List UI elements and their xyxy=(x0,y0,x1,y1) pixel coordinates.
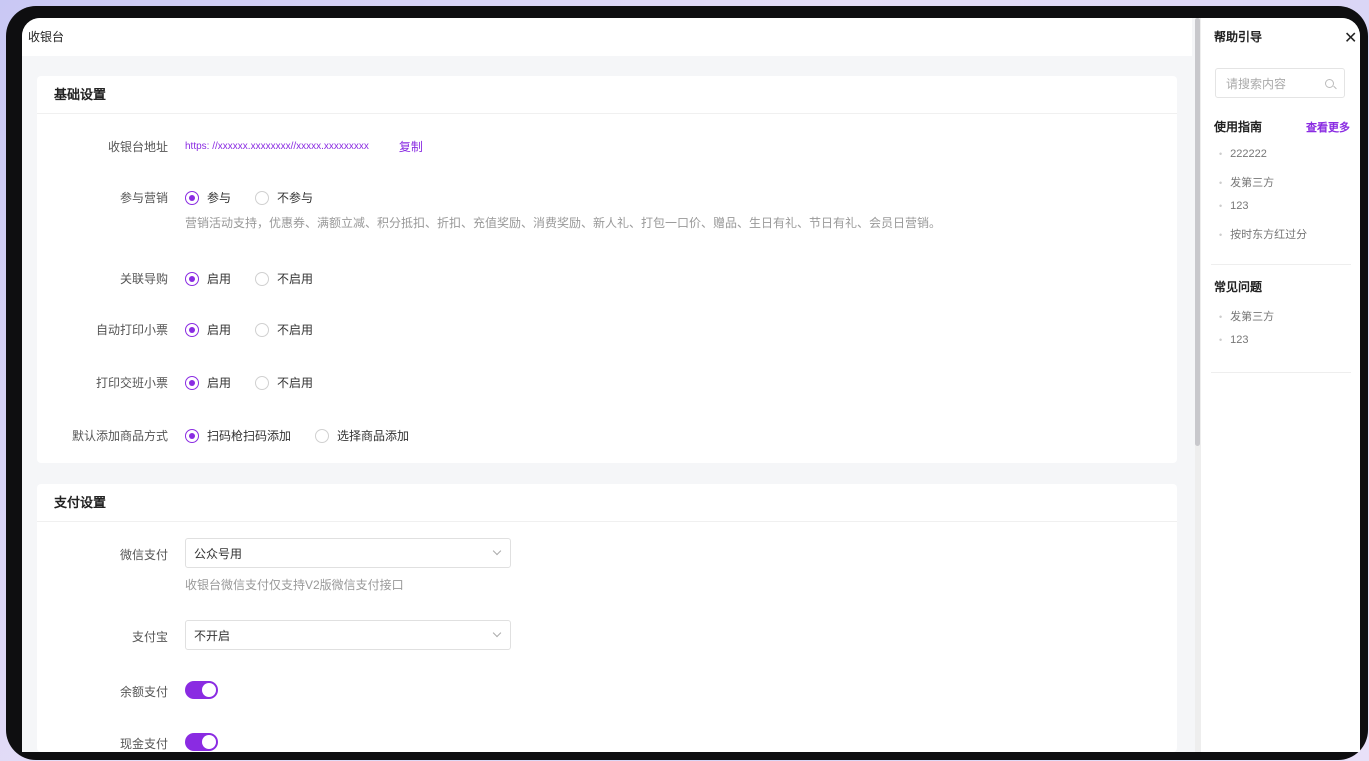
autoprint-disable-radio[interactable]: 不启用 xyxy=(255,321,313,338)
guide-item[interactable]: 123 xyxy=(1219,200,1248,212)
addmode-scan-radio[interactable]: 扫码枪扫码添加 xyxy=(185,427,291,444)
cash-toggle[interactable] xyxy=(185,733,218,751)
marketing-yes-radio[interactable]: 参与 xyxy=(185,189,231,206)
chevron-down-icon xyxy=(492,628,502,638)
radio-checked-icon xyxy=(185,428,199,443)
help-title: 帮助引导 xyxy=(1214,30,1263,44)
copy-link[interactable]: 复制 xyxy=(399,138,423,155)
radio-unchecked-icon xyxy=(255,190,270,205)
radio-checked-icon xyxy=(185,322,199,337)
address-value: https: //xxxxxx.xxxxxxxx//xxxxx.xxxxxxxx… xyxy=(185,141,369,152)
guide-section-title: 使用指南 xyxy=(1214,120,1263,134)
radio-unchecked-icon xyxy=(315,428,330,443)
address-label: 收银台地址 xyxy=(107,140,168,154)
marketing-hint: 营销活动支持，优惠券、满额立减、积分抵扣、折扣、充值奖励、消费奖励、新人礼、打包… xyxy=(185,216,942,230)
faq-item[interactable]: 123 xyxy=(1219,334,1248,346)
close-icon[interactable]: ✕ xyxy=(1344,28,1357,48)
shiftprint-disable-radio[interactable]: 不启用 xyxy=(255,374,313,391)
addmode-label: 默认添加商品方式 xyxy=(71,429,168,443)
wechat-select-value: 公众号用 xyxy=(194,546,243,561)
alipay-select-value: 不开启 xyxy=(194,628,231,643)
radio-unchecked-icon xyxy=(255,322,270,337)
search-icon[interactable] xyxy=(1325,78,1334,88)
radio-checked-icon xyxy=(185,375,199,390)
wechat-label: 微信支付 xyxy=(119,548,168,562)
divider xyxy=(1211,264,1351,265)
help-panel: 帮助引导 ✕ 请搜索内容 使用指南 查看更多 222222 发第三方 123 按… xyxy=(1200,18,1360,752)
faq-item[interactable]: 发第三方 xyxy=(1219,308,1274,324)
balance-label: 余额支付 xyxy=(119,685,168,699)
wechat-select[interactable]: 公众号用 xyxy=(185,538,511,568)
guide-item[interactable]: 按时东方红过分 xyxy=(1219,226,1307,242)
radio-checked-icon xyxy=(185,190,199,205)
guide-disable-radio[interactable]: 不启用 xyxy=(255,270,313,287)
shiftprint-label: 打印交班小票 xyxy=(95,376,168,390)
screen: 收银台 基础设置 收银台地址 https: //xxxxxx.xxxxxxxx/… xyxy=(22,18,1360,752)
autoprint-enable-radio[interactable]: 启用 xyxy=(185,321,231,338)
faq-section-title: 常见问题 xyxy=(1214,280,1263,294)
marketing-no-radio[interactable]: 不参与 xyxy=(255,189,313,206)
main-content: 收银台 基础设置 收银台地址 https: //xxxxxx.xxxxxxxx/… xyxy=(22,18,1192,752)
alipay-label: 支付宝 xyxy=(131,630,168,644)
payment-settings-title: 支付设置 xyxy=(37,484,1177,522)
guide-item[interactable]: 222222 xyxy=(1219,148,1267,160)
view-more-link[interactable]: 查看更多 xyxy=(1306,119,1350,135)
search-placeholder: 请搜索内容 xyxy=(1226,76,1287,91)
cash-label: 现金支付 xyxy=(119,737,168,751)
chevron-down-icon xyxy=(492,546,502,556)
payment-settings-card: 支付设置 微信支付 公众号用 收银台微信支付仅支持V2版微信支付接口 支付宝 不… xyxy=(37,484,1177,752)
divider xyxy=(1211,372,1351,373)
autoprint-label: 自动打印小票 xyxy=(95,323,168,337)
wechat-hint: 收银台微信支付仅支持V2版微信支付接口 xyxy=(185,578,404,592)
guide-enable-radio[interactable]: 启用 xyxy=(185,270,231,287)
help-search-input[interactable]: 请搜索内容 xyxy=(1215,68,1345,98)
radio-unchecked-icon xyxy=(255,271,270,286)
addmode-select-radio[interactable]: 选择商品添加 xyxy=(315,427,409,444)
radio-checked-icon xyxy=(185,271,199,286)
radio-unchecked-icon xyxy=(255,375,270,390)
shiftprint-enable-radio[interactable]: 启用 xyxy=(185,374,231,391)
marketing-label: 参与营销 xyxy=(119,191,168,205)
guide-item[interactable]: 发第三方 xyxy=(1219,174,1274,190)
alipay-select[interactable]: 不开启 xyxy=(185,620,511,650)
page-title: 收银台 xyxy=(22,18,1192,56)
guide-label: 关联导购 xyxy=(119,272,168,286)
balance-toggle[interactable] xyxy=(185,681,218,699)
basic-settings-card: 基础设置 收银台地址 https: //xxxxxx.xxxxxxxx//xxx… xyxy=(37,76,1177,463)
basic-settings-title: 基础设置 xyxy=(37,76,1177,114)
